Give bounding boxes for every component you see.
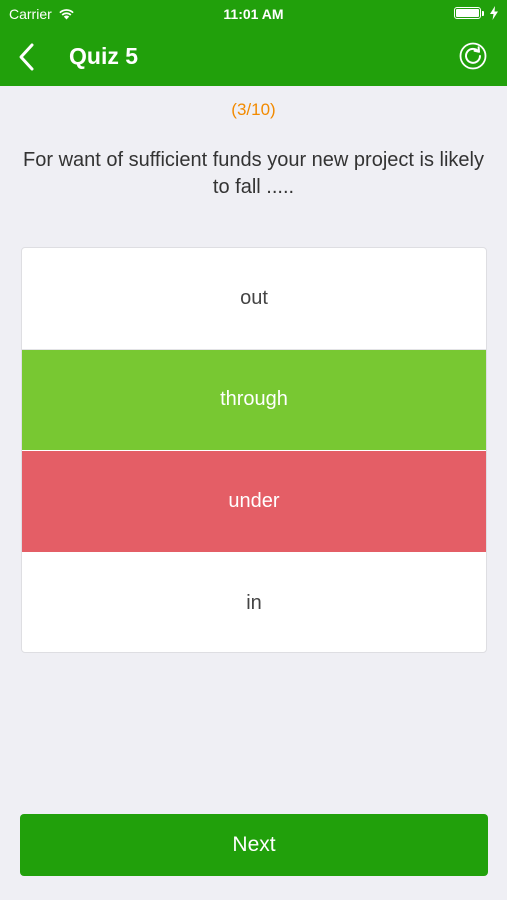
answer-option-out[interactable]: out bbox=[22, 248, 486, 350]
reload-icon[interactable] bbox=[459, 42, 487, 70]
navigation-bar: Quiz 5 bbox=[0, 28, 507, 86]
answer-option-through[interactable]: through bbox=[22, 349, 486, 451]
clock: 11:01 AM bbox=[223, 6, 284, 22]
charging-bolt-icon bbox=[490, 6, 498, 20]
page-title: Quiz 5 bbox=[69, 43, 139, 69]
answer-option-under[interactable]: under bbox=[22, 451, 486, 553]
answer-options: out through under in bbox=[21, 247, 487, 653]
question-counter: (3/10) bbox=[231, 100, 276, 119]
status-bar: Carrier 11:01 AM bbox=[0, 0, 507, 28]
battery-icon bbox=[454, 7, 484, 19]
chevron-left-icon[interactable] bbox=[14, 41, 42, 73]
next-button[interactable]: Next bbox=[20, 814, 488, 876]
answer-option-in[interactable]: in bbox=[22, 553, 486, 653]
battery-group bbox=[454, 6, 499, 20]
question-text: For want of sufficient funds your new pr… bbox=[23, 149, 484, 198]
